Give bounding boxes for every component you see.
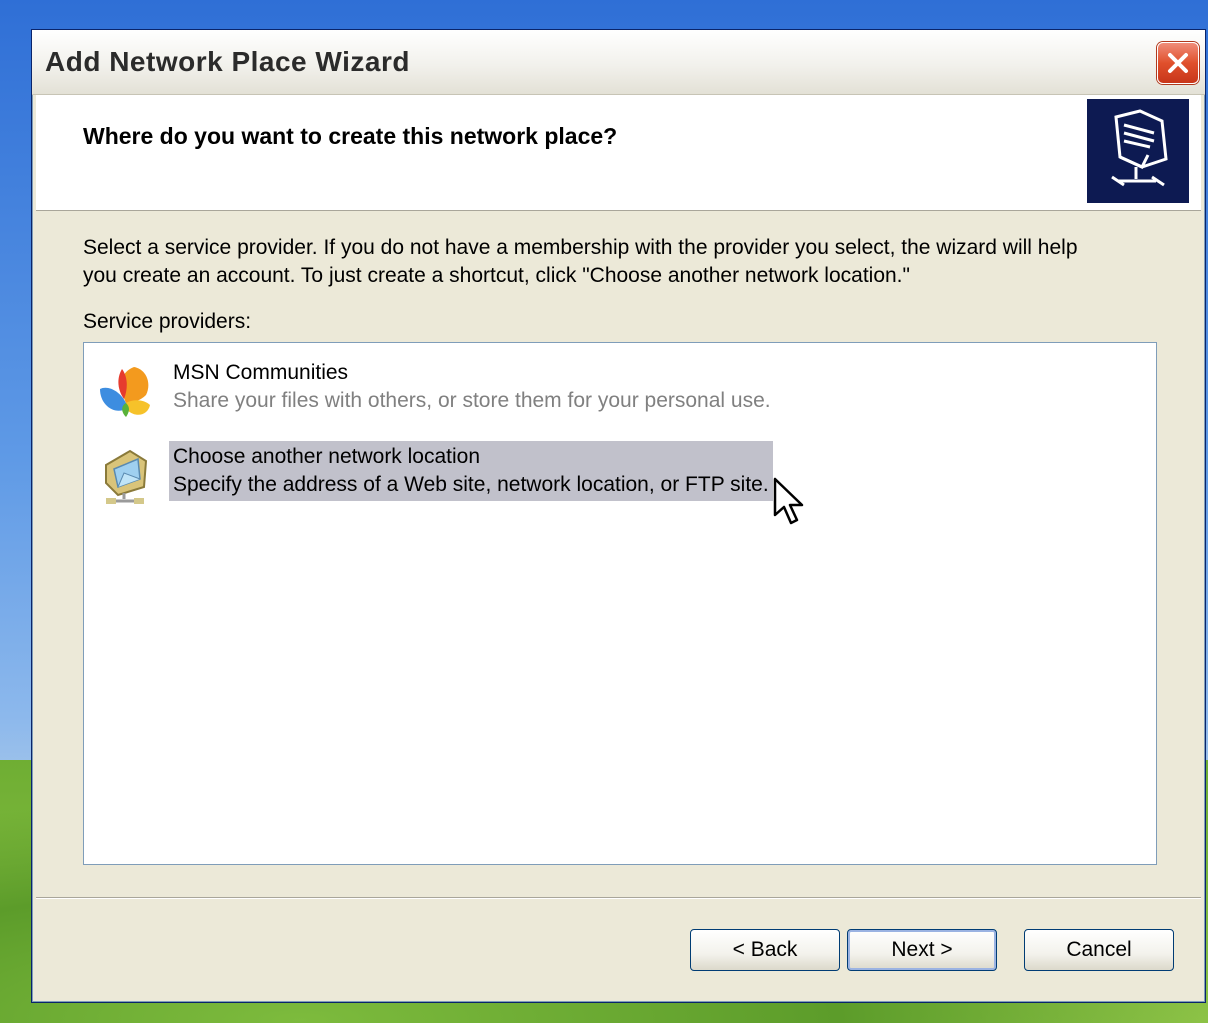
title-bar[interactable]: Add Network Place Wizard bbox=[32, 30, 1205, 95]
service-providers-list[interactable]: MSN Communities Share your files with ot… bbox=[83, 342, 1157, 865]
page-title: Where do you want to create this network… bbox=[83, 123, 618, 149]
list-item-text: MSN Communities Share your files with ot… bbox=[169, 357, 775, 417]
close-icon bbox=[1168, 53, 1188, 73]
next-button[interactable]: Next > bbox=[847, 929, 997, 971]
list-item-text: Choose another network location Specify … bbox=[169, 441, 773, 501]
instructions-line-1: Select a service provider. If you do not… bbox=[83, 236, 1078, 259]
window-title: Add Network Place Wizard bbox=[45, 46, 410, 77]
cancel-button[interactable]: Cancel bbox=[1024, 929, 1174, 971]
provider-description: Share your files with others, or store t… bbox=[173, 389, 771, 412]
provider-name: Choose another network location bbox=[173, 445, 481, 468]
close-button[interactable] bbox=[1157, 42, 1199, 84]
back-button[interactable]: < Back bbox=[690, 929, 840, 971]
service-providers-label: Service providers: bbox=[83, 310, 252, 333]
mouse-cursor-icon bbox=[773, 477, 804, 525]
wizard-window: Add Network Place Wizard Where do you wa… bbox=[31, 29, 1206, 1003]
instructions-line-2: you create an account. To just create a … bbox=[83, 264, 910, 287]
wizard-header: Where do you want to create this network… bbox=[36, 95, 1201, 211]
network-location-icon bbox=[94, 443, 158, 507]
instructions-text: Select a service provider. If you do not… bbox=[83, 234, 1173, 290]
network-folder-icon bbox=[1087, 99, 1189, 203]
list-item-msn-communities[interactable]: MSN Communities Share your files with ot… bbox=[84, 355, 844, 425]
button-separator bbox=[36, 897, 1201, 899]
list-item-choose-another-location[interactable]: Choose another network location Specify … bbox=[84, 439, 844, 509]
provider-description: Specify the address of a Web site, netwo… bbox=[173, 473, 769, 496]
provider-name: MSN Communities bbox=[173, 361, 349, 384]
msn-butterfly-icon bbox=[94, 359, 158, 423]
